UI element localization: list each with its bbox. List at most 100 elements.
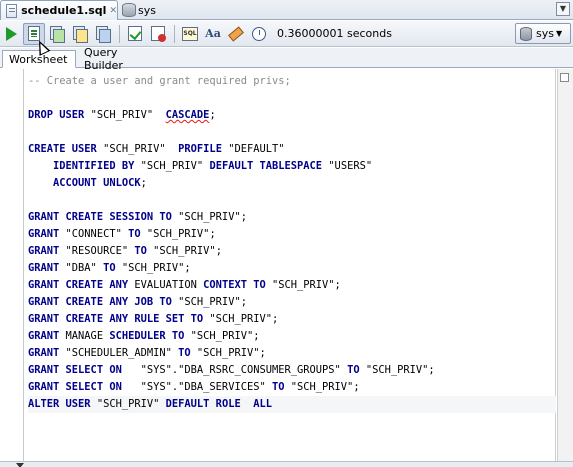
sql-keyword: GRANT CREATE ANY RULE SET TO xyxy=(28,313,204,325)
sql-keyword: GRANT CREATE ANY xyxy=(28,279,129,291)
elapsed-time: 0.36000001 seconds xyxy=(277,27,392,40)
code-line[interactable]: GRANT SELECT ON "SYS"."DBA_RSRC_CONSUMER… xyxy=(28,362,556,379)
database-icon xyxy=(122,3,136,17)
clear-button[interactable] xyxy=(225,23,247,45)
sql-text: "SCH_PRIV"; xyxy=(146,245,222,257)
tab-sys[interactable]: sys xyxy=(118,0,188,20)
explain-plan-button[interactable] xyxy=(46,23,68,45)
code-line[interactable]: GRANT MANAGE SCHEDULER TO "SCH_PRIV"; xyxy=(28,328,556,345)
sql-keyword: GRANT xyxy=(28,347,60,359)
sql-keyword: DROP USER xyxy=(28,109,85,121)
code-line[interactable]: IDENTIFIED BY "SCH_PRIV" DEFAULT TABLESP… xyxy=(28,158,556,175)
sql-text: "SCH_PRIV"; xyxy=(115,262,191,274)
sql-history-button[interactable]: SQL xyxy=(179,23,201,45)
sql-text: "SCH_PRIV"; xyxy=(203,313,279,325)
sql-history-icon: SQL xyxy=(182,26,198,41)
worksheet-toolbar: SQL Aa 0.36000001 seconds sys ▼ xyxy=(0,21,573,47)
commit-icon xyxy=(128,26,142,41)
worksheet-subtabs: Worksheet Query Builder xyxy=(0,46,573,72)
sql-keyword: PROFILE xyxy=(178,143,222,155)
sql-text: MANAGE xyxy=(59,330,110,342)
sql-keyword: GRANT SELECT ON xyxy=(28,381,122,393)
code-line[interactable] xyxy=(28,192,556,209)
code-line[interactable]: GRANT CREATE SESSION TO "SCH_PRIV"; xyxy=(28,209,556,226)
tab-label: schedule1.sql xyxy=(21,4,107,17)
code-line[interactable]: GRANT CREATE ANY EVALUATION CONTEXT TO "… xyxy=(28,277,556,294)
chevron-down-icon: ▼ xyxy=(555,29,563,38)
sql-keyword: TO xyxy=(128,228,141,240)
code-line[interactable]: GRANT "RESOURCE" TO "SCH_PRIV"; xyxy=(28,243,556,260)
toolbar-separator xyxy=(174,24,175,43)
sql-keyword: TO xyxy=(103,262,116,274)
sql-keyword: TO xyxy=(271,381,285,393)
status-bar xyxy=(0,461,573,467)
commit-button[interactable] xyxy=(124,23,146,45)
code-line[interactable] xyxy=(28,124,556,141)
code-line[interactable]: CREATE USER "SCH_PRIV" PROFILE "DEFAULT" xyxy=(28,141,556,158)
vertical-scrollbar[interactable] xyxy=(557,69,573,461)
sql-keyword: CASCADE xyxy=(165,109,210,121)
play-icon xyxy=(5,26,17,41)
code-area[interactable]: -- Create a user and grant required priv… xyxy=(28,73,556,413)
explain-plan-icon xyxy=(50,26,65,43)
sql-keyword: CONTEXT TO xyxy=(203,279,266,291)
sql-text: "SCH_PRIV"; xyxy=(140,228,216,240)
gutter-divider xyxy=(23,69,24,461)
sql-text: "CONNECT" xyxy=(59,228,129,240)
sql-keyword: ALL xyxy=(253,398,273,410)
sql-text: "SCH_PRIV"; xyxy=(265,279,341,291)
sql-text: "SCH_PRIV" xyxy=(84,109,166,121)
code-line[interactable]: GRANT "CONNECT" TO "SCH_PRIV"; xyxy=(28,226,556,243)
autotrace-button[interactable] xyxy=(69,23,91,45)
tab-list-dropdown-button[interactable]: ▼ xyxy=(556,2,570,16)
rollback-button[interactable] xyxy=(147,23,169,45)
code-line[interactable]: GRANT CREATE ANY RULE SET TO "SCH_PRIV"; xyxy=(28,311,556,328)
sql-keyword: ALTER USER xyxy=(28,398,91,410)
sql-text: "SCHEDULER_ADMIN" xyxy=(59,347,179,359)
code-line[interactable]: GRANT "SCHEDULER_ADMIN" TO "SCH_PRIV"; xyxy=(28,345,556,362)
sql-text: "SCH_PRIV" xyxy=(134,160,210,172)
sql-text: "SCH_PRIV" xyxy=(90,398,166,410)
close-icon[interactable]: ✕ xyxy=(109,6,117,16)
code-line[interactable] xyxy=(28,90,556,107)
tab-schedule1-sql[interactable]: schedule1.sql ✕ xyxy=(0,0,118,20)
sql-keyword: TO xyxy=(134,245,147,257)
sql-keyword: DEFAULT TABLESPACE xyxy=(209,160,323,172)
code-line[interactable]: DROP USER "SCH_PRIV" CASCADE; xyxy=(28,107,556,124)
sql-text: "SCH_PRIV"; xyxy=(184,330,260,342)
run-statement-button[interactable] xyxy=(0,23,22,45)
tab-query-builder[interactable]: Query Builder xyxy=(78,46,158,72)
tab-label: sys xyxy=(138,3,156,17)
sql-editor[interactable]: -- Create a user and grant required priv… xyxy=(0,69,573,461)
monitor-button[interactable] xyxy=(248,23,270,45)
connection-selector[interactable]: sys ▼ xyxy=(515,23,571,44)
sql-text: "SYS"."DBA_SERVICES" xyxy=(121,381,272,393)
sql-file-icon xyxy=(6,3,18,18)
code-line[interactable]: GRANT CREATE ANY JOB TO "SCH_PRIV"; xyxy=(28,294,556,311)
editor-tab-strip: schedule1.sql ✕ sys ▼ xyxy=(0,0,573,20)
sql-text: "SCH_PRIV"; xyxy=(359,364,435,376)
sql-text: "DBA" xyxy=(59,262,104,274)
connection-name: sys xyxy=(536,27,554,40)
sql-text: "SCH_PRIV"; xyxy=(284,381,360,393)
tune-sql-button[interactable] xyxy=(92,23,114,45)
script-icon xyxy=(28,26,40,41)
code-line[interactable]: GRANT "DBA" TO "SCH_PRIV"; xyxy=(28,260,556,277)
eraser-icon xyxy=(228,25,244,42)
sql-text: "SCH_PRIV"; xyxy=(171,296,247,308)
sql-text: "DEFAULT" xyxy=(221,143,285,155)
code-line[interactable]: GRANT SELECT ON "SYS"."DBA_SERVICES" TO … xyxy=(28,379,556,396)
sql-text: ; xyxy=(209,109,216,121)
code-line[interactable]: ACCOUNT UNLOCK; xyxy=(28,175,556,192)
scroll-corner-box[interactable] xyxy=(560,73,569,82)
sql-keyword: GRANT CREATE ANY JOB TO xyxy=(28,296,172,308)
code-line[interactable]: ALTER USER "SCH_PRIV" DEFAULT ROLE ALL xyxy=(28,396,556,413)
code-line[interactable]: -- Create a user and grant required priv… xyxy=(28,73,556,90)
change-case-button[interactable]: Aa xyxy=(202,23,224,45)
sql-text: "SCH_PRIV"; xyxy=(190,347,266,359)
rollback-icon xyxy=(151,26,166,42)
toolbar-separator xyxy=(119,24,120,43)
sql-text: ; xyxy=(140,177,147,189)
sql-keyword: TO xyxy=(347,364,360,376)
fold-gutter xyxy=(6,69,18,461)
